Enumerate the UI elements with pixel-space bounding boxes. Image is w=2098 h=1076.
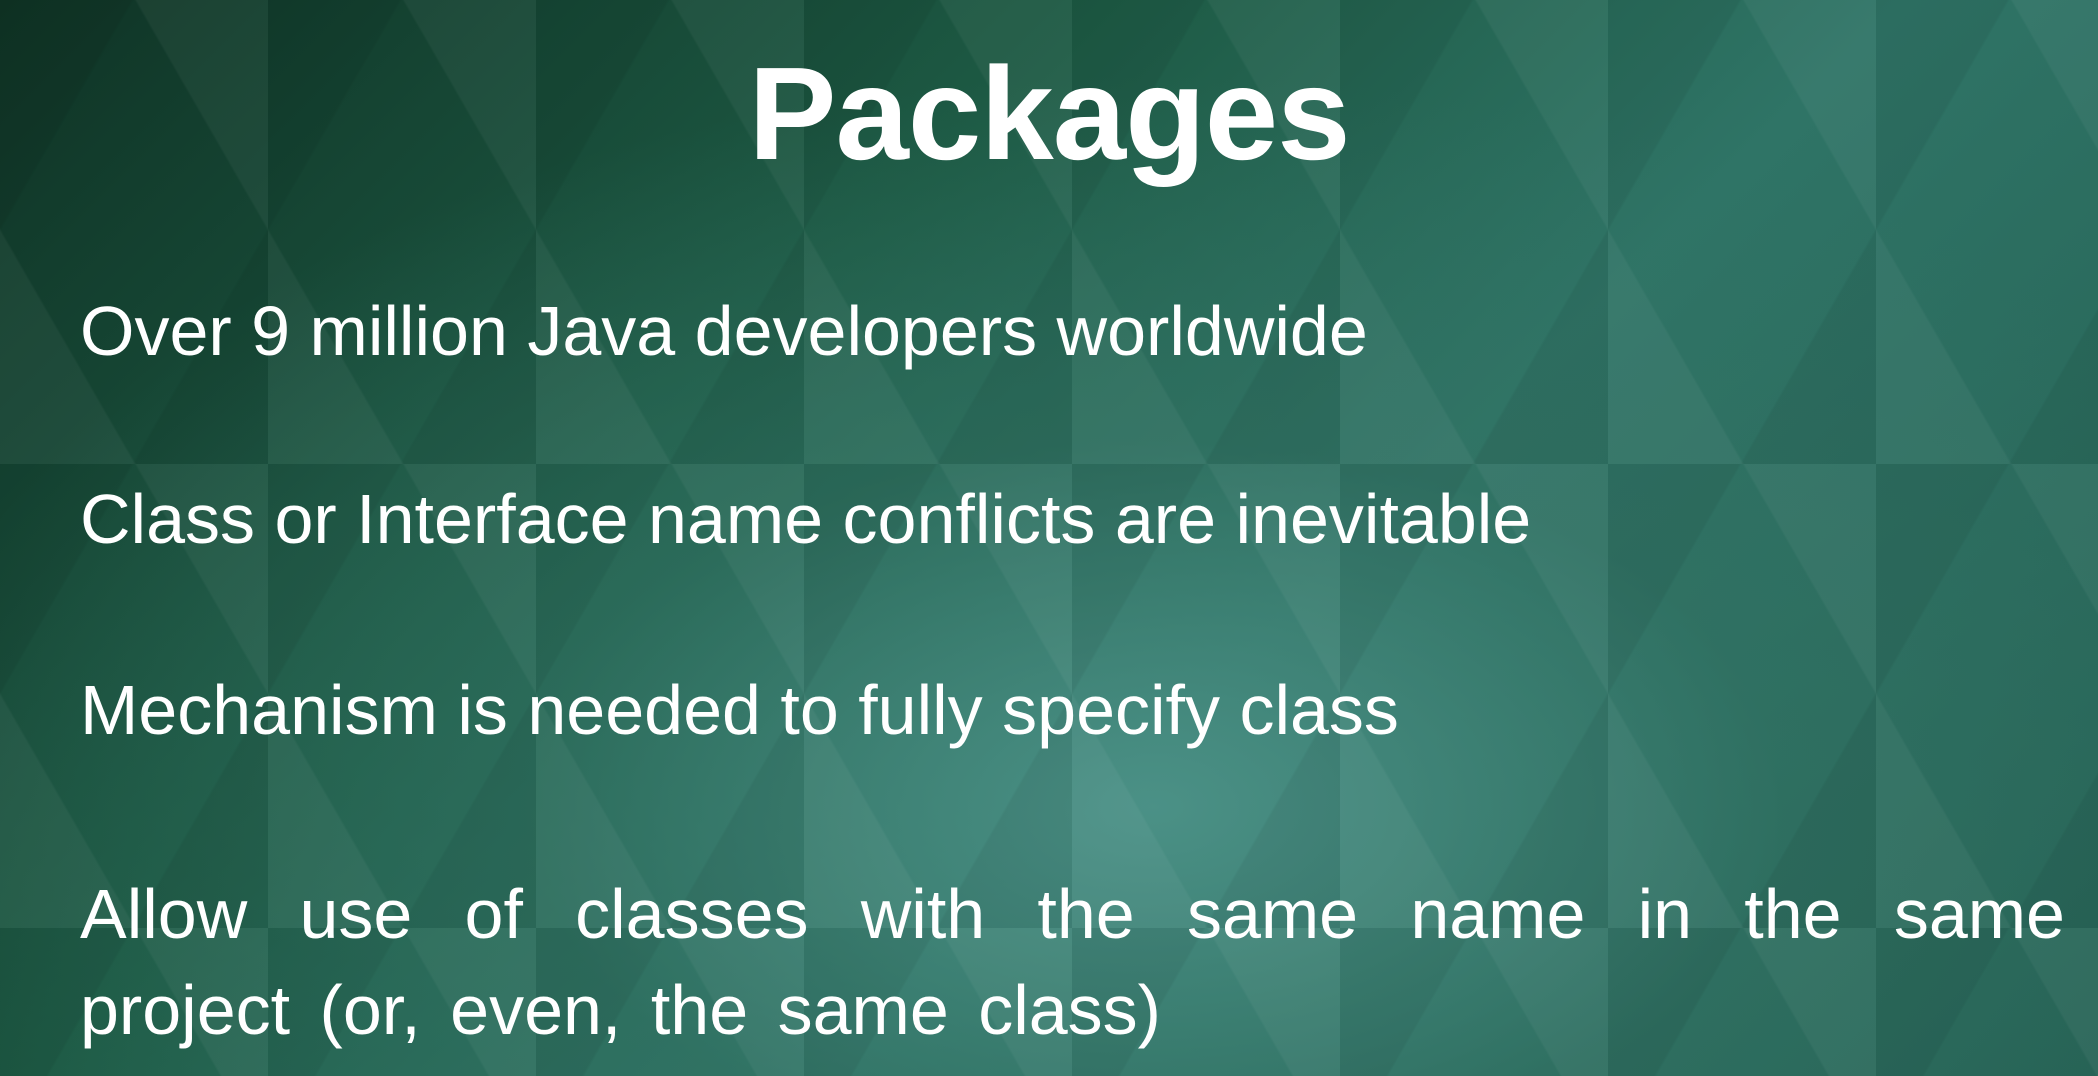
bullet-developers: Over 9 million Java developers worldwide [80,292,1368,370]
bullet-same-name: Allow use of classes with the same name … [80,875,2065,1049]
bullet-name-conflicts: Class or Interface name conflicts are in… [80,480,1532,558]
slide-title: Packages [748,40,1350,187]
bullet-mechanism: Mechanism is needed to fully specify cla… [80,671,1399,749]
